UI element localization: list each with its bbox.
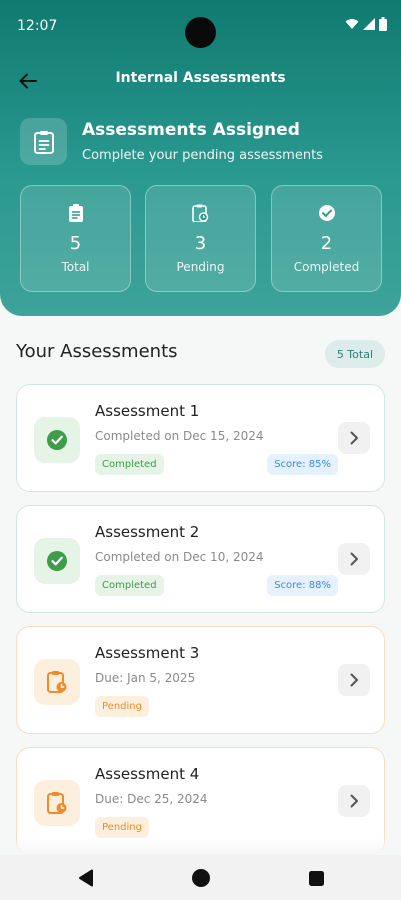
assessment-title: Assessment 2 — [95, 523, 200, 541]
status-badge: Pending — [95, 817, 149, 838]
triangle-back-icon — [79, 869, 93, 887]
open-assessment-button[interactable] — [338, 664, 370, 696]
stat-pending: 3 Pending — [145, 185, 256, 292]
chevron-right-icon — [350, 673, 358, 687]
open-assessment-button[interactable] — [338, 785, 370, 817]
assessment-date: Completed on Dec 15, 2024 — [95, 429, 264, 443]
stat-completed: 2 Completed — [271, 185, 382, 292]
hero-section: Assessments Assigned Complete your pendi… — [20, 118, 390, 166]
status-badge: Completed — [95, 575, 164, 596]
square-recents-icon — [308, 870, 324, 886]
stat-completed-value: 2 — [320, 233, 333, 254]
stat-pending-value: 3 — [194, 233, 207, 254]
wifi-icon — [345, 19, 359, 29]
clipboard-icon — [21, 204, 130, 222]
status-badge: Completed — [95, 454, 164, 475]
open-assessment-button[interactable] — [338, 422, 370, 454]
check-circle-icon — [34, 538, 80, 584]
clipboard-clock-icon — [146, 204, 255, 222]
assessment-date: Completed on Dec 10, 2024 — [95, 550, 264, 564]
assessment-title: Assessment 3 — [95, 644, 200, 662]
clipboard-clock-icon — [34, 780, 80, 826]
camera-cutout — [185, 17, 216, 48]
assignment-icon — [20, 118, 67, 165]
page-title: Internal Assessments — [115, 70, 286, 86]
status-icons — [345, 17, 387, 31]
check-circle-icon — [272, 204, 381, 222]
stat-total-value: 5 — [69, 233, 82, 254]
battery-icon — [379, 17, 387, 31]
assessment-title: Assessment 4 — [95, 765, 200, 783]
header-panel: 12:07 Internal Assessments Assessments A… — [0, 0, 401, 316]
scroll-fade — [0, 836, 401, 855]
section-title: Your Assessments — [16, 341, 178, 362]
circle-home-icon — [192, 869, 210, 887]
assessment-card[interactable]: Assessment 3 Due: Jan 5, 2025 Pending — [16, 626, 385, 734]
signal-icon — [363, 18, 375, 30]
hero-title: Assessments Assigned — [82, 120, 300, 140]
stats-row: 5 Total 3 Pending 2 Completed — [20, 185, 382, 292]
nav-recents-button[interactable] — [303, 865, 329, 891]
assessment-due-date: Due: Jan 5, 2025 — [95, 671, 196, 685]
status-badge: Pending — [95, 696, 149, 717]
nav-back-button[interactable] — [73, 865, 99, 891]
score-badge: Score: 85% — [267, 454, 338, 475]
hero-subtitle: Complete your pending assessments — [82, 148, 323, 163]
score-badge: Score: 88% — [267, 575, 338, 596]
stat-completed-label: Completed — [293, 260, 360, 274]
assessment-title: Assessment 1 — [95, 402, 200, 420]
app-bar: Internal Assessments — [0, 58, 401, 102]
total-badge: 5 Total — [324, 340, 385, 368]
clipboard-clock-icon — [34, 659, 80, 705]
assessment-card[interactable]: Assessment 1 Completed on Dec 15, 2024 C… — [16, 384, 385, 492]
stat-total: 5 Total — [20, 185, 131, 292]
stat-pending-label: Pending — [176, 260, 225, 274]
nav-home-button[interactable] — [188, 865, 214, 891]
assessment-due-date: Due: Dec 25, 2024 — [95, 792, 208, 806]
system-nav-bar — [0, 855, 401, 900]
chevron-right-icon — [350, 794, 358, 808]
status-time: 12:07 — [17, 18, 58, 34]
status-bar: 12:07 — [0, 0, 401, 52]
chevron-right-icon — [350, 552, 358, 566]
check-circle-icon — [34, 417, 80, 463]
stat-total-label: Total — [61, 260, 90, 274]
open-assessment-button[interactable] — [338, 543, 370, 575]
assessment-card[interactable]: Assessment 2 Completed on Dec 10, 2024 C… — [16, 505, 385, 613]
chevron-right-icon — [350, 431, 358, 445]
